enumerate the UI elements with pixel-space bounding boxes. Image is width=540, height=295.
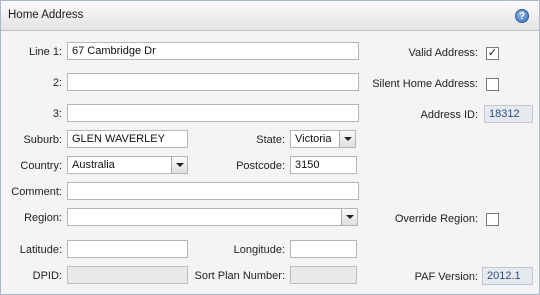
- paf-version-label: PAF Version:: [414, 271, 478, 283]
- line2-input[interactable]: [67, 73, 359, 91]
- line1-label: Line 1:: [28, 46, 62, 58]
- country-select[interactable]: Australia: [67, 156, 188, 174]
- sort-plan-label: Sort Plan Number:: [194, 270, 285, 282]
- postcode-label: Postcode:: [236, 160, 285, 172]
- override-region-checkbox[interactable]: [486, 213, 499, 226]
- panel-header: Home Address ?: [1, 1, 539, 31]
- latitude-input[interactable]: [67, 240, 188, 258]
- comment-label: Comment:: [11, 186, 62, 198]
- line3-input[interactable]: [67, 104, 359, 122]
- valid-address-label: Valid Address:: [408, 47, 478, 59]
- chevron-down-icon[interactable]: [339, 131, 355, 147]
- state-label: State:: [256, 134, 285, 146]
- suburb-input[interactable]: GLEN WAVERLEY: [67, 130, 188, 148]
- line3-label: 3:: [52, 108, 62, 120]
- sort-plan-field: [290, 266, 357, 284]
- paf-version-field: 2012.1: [482, 267, 533, 285]
- longitude-input[interactable]: [290, 240, 357, 258]
- dpid-field: [67, 266, 188, 284]
- region-label: Region:: [24, 212, 62, 224]
- state-select[interactable]: Victoria: [290, 130, 356, 148]
- dpid-label: DPID:: [32, 270, 62, 282]
- postcode-input[interactable]: 3150: [290, 156, 357, 174]
- silent-home-checkbox[interactable]: [486, 78, 499, 91]
- panel-title: Home Address: [8, 9, 84, 21]
- silent-home-label: Silent Home Address:: [372, 78, 478, 90]
- longitude-label: Longitude:: [233, 244, 285, 256]
- country-label: Country:: [20, 160, 62, 172]
- override-region-label: Override Region:: [394, 213, 478, 225]
- comment-input[interactable]: [67, 182, 359, 200]
- help-icon[interactable]: ?: [515, 9, 529, 23]
- line2-label: 2:: [52, 77, 62, 89]
- address-id-field: 18312: [484, 105, 533, 123]
- region-select[interactable]: [67, 208, 358, 226]
- state-value: Victoria: [295, 133, 332, 145]
- country-value: Australia: [72, 159, 115, 171]
- latitude-label: Latitude:: [19, 244, 62, 256]
- line1-input[interactable]: 67 Cambridge Dr: [67, 42, 359, 60]
- suburb-label: Suburb:: [23, 134, 62, 146]
- valid-address-checkbox[interactable]: ✓: [486, 47, 499, 60]
- chevron-down-icon[interactable]: [341, 209, 357, 225]
- address-id-label: Address ID:: [420, 109, 478, 121]
- chevron-down-icon[interactable]: [171, 157, 187, 173]
